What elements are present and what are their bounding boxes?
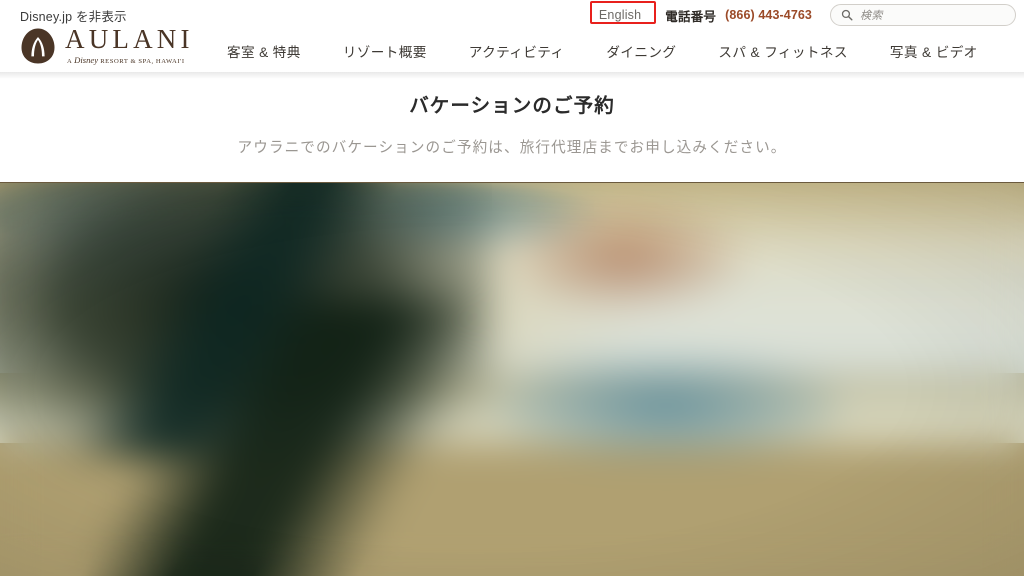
- page-subtitle: アウラニでのバケーションのご予約は、旅行代理店までお申し込みください。: [237, 140, 787, 157]
- nav-item-photos-videos[interactable]: 写真 & ビデオ: [869, 41, 999, 61]
- phone-label: 電話番号: [665, 9, 717, 24]
- english-link-label: English: [598, 8, 642, 22]
- search-box[interactable]: 検索: [830, 4, 1016, 26]
- page-root: Disney.jp を非表示 English 電話番号 (866) 443-47…: [0, 0, 1024, 576]
- search-icon: [841, 9, 853, 21]
- main-navigation-bar: AULANI A Disney RESORT & SPA, HAWAI'I 客室…: [0, 26, 1024, 72]
- disney-jp-hide-link[interactable]: Disney.jp を非表示: [20, 6, 127, 25]
- nav-item-spa-fitness[interactable]: スパ & フィットネス: [697, 41, 869, 61]
- logo-tagline-suffix: RESORT & SPA, HAWAI'I: [100, 58, 185, 66]
- page-title: バケーションのご予約: [409, 95, 615, 117]
- hero-vignette: [0, 183, 1024, 576]
- nav-item-resort-overview[interactable]: リゾート概要: [322, 41, 448, 61]
- aulani-logo[interactable]: AULANI A Disney RESORT & SPA, HAWAI'I: [20, 24, 194, 68]
- utility-right-group: English 電話番号 (866) 443-4763 検索: [589, 0, 1016, 30]
- logo-disney-script: Disney: [74, 55, 99, 66]
- nav-item-rooms[interactable]: 客室 & 特典: [206, 41, 322, 61]
- aulani-leaf-icon: [21, 28, 55, 64]
- page-title-block: バケーションのご予約 アウラニでのバケーションのご予約は、旅行代理店までお申し込…: [0, 79, 1024, 182]
- logo-tagline: A Disney RESORT & SPA, HAWAI'I: [67, 56, 194, 66]
- search-input-placeholder: 検索: [860, 10, 883, 22]
- logo-wordmark: AULANI A Disney RESORT & SPA, HAWAI'I: [65, 26, 194, 66]
- logo-tagline-prefix: A: [67, 58, 72, 66]
- utility-divider: [655, 8, 657, 22]
- logo-brand-name: AULANI: [65, 24, 194, 55]
- english-language-switcher[interactable]: English: [589, 1, 656, 24]
- header-drop-shadow: [0, 72, 1024, 79]
- nav-items: 客室 & 特典 リゾート概要 アクティビティ ダイニング スパ & フィットネス…: [206, 30, 1014, 72]
- hero-image: [0, 182, 1024, 576]
- nav-item-dining[interactable]: ダイニング: [585, 41, 697, 61]
- phone-number-link[interactable]: (866) 443-4763: [725, 8, 812, 22]
- nav-item-activities[interactable]: アクティビティ: [448, 41, 586, 61]
